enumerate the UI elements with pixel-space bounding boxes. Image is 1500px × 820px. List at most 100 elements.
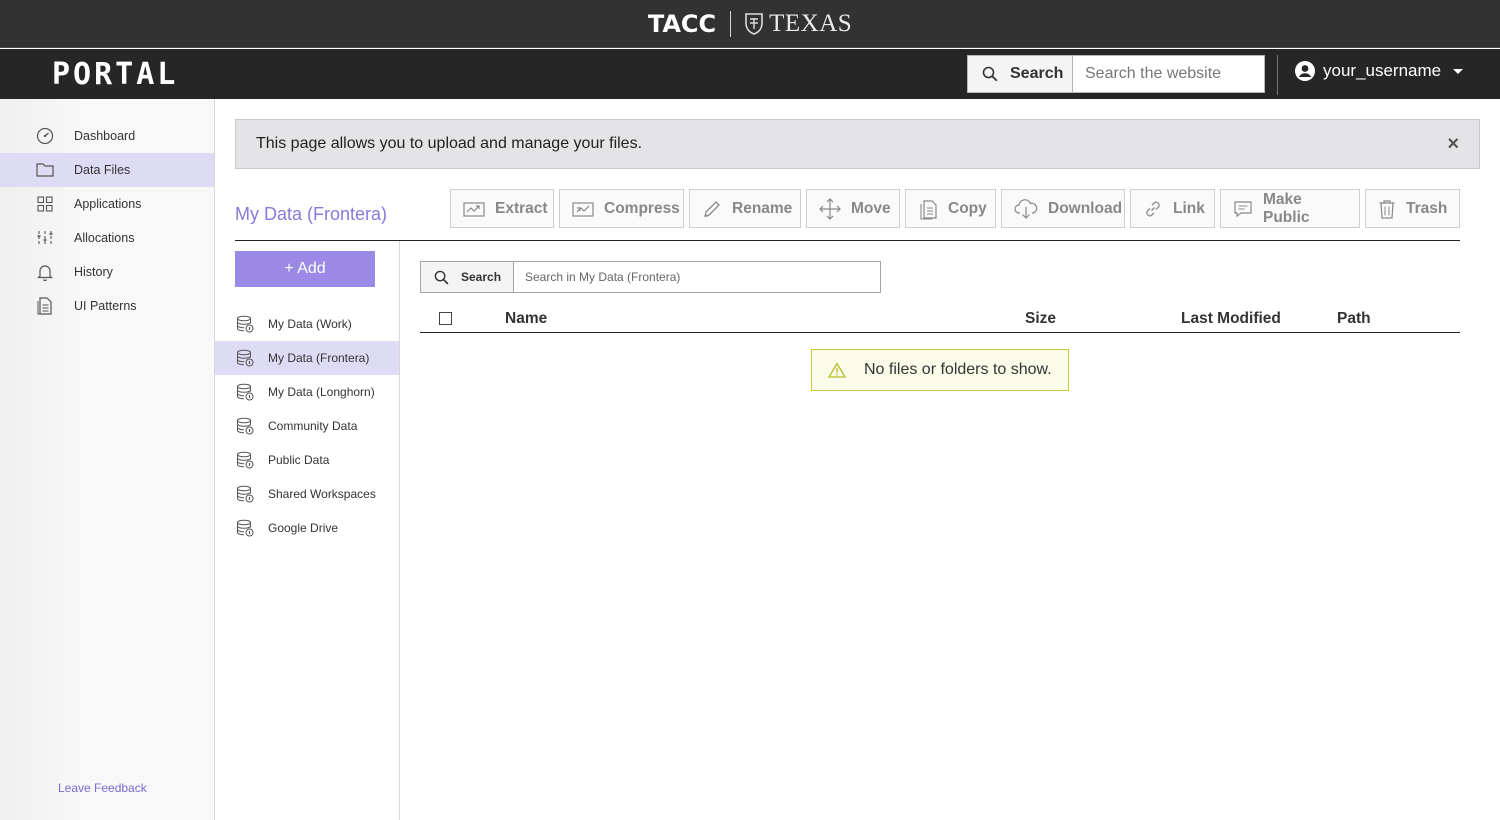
- sidebar-item-label: Data Files: [74, 163, 131, 177]
- sidebar-item-label: UI Patterns: [74, 299, 137, 313]
- brand-divider: [730, 10, 732, 37]
- select-all-checkbox[interactable]: [439, 312, 452, 325]
- notice-text: This page allows you to upload and manag…: [256, 135, 643, 152]
- move-icon: [819, 197, 841, 220]
- site-search-label: Search: [1010, 65, 1064, 82]
- make-public-label: Make Public: [1263, 190, 1310, 226]
- add-button[interactable]: + Add: [235, 251, 375, 287]
- file-search: Search: [420, 261, 881, 293]
- sidebar-item-applications[interactable]: Applications: [0, 187, 214, 221]
- compress-label: Compress: [604, 199, 680, 217]
- sidebar-item-dashboard[interactable]: Dashboard: [0, 119, 214, 153]
- texas-wordmark: TEXAS: [769, 9, 853, 37]
- empty-state-message: No files or folders to show.: [811, 349, 1069, 391]
- make-public-button[interactable]: Make Public: [1220, 189, 1360, 228]
- allocations-icon: [36, 229, 54, 247]
- search-icon: [434, 270, 449, 284]
- leave-feedback-link[interactable]: Leave Feedback: [58, 781, 147, 795]
- portal-logo[interactable]: PORTAL: [52, 57, 178, 92]
- file-search-input[interactable]: [514, 262, 880, 292]
- file-search-button[interactable]: Search: [421, 262, 514, 292]
- system-item-longhorn[interactable]: My Data (Longhorn): [215, 375, 399, 409]
- link-label: Link: [1173, 199, 1205, 217]
- database-icon: [237, 349, 254, 367]
- sidebar-item-allocations[interactable]: Allocations: [0, 221, 214, 255]
- system-item-shared-workspaces[interactable]: Shared Workspaces: [215, 477, 399, 511]
- close-icon[interactable]: ×: [1447, 133, 1459, 156]
- database-icon: [237, 519, 254, 537]
- applications-icon: [36, 195, 54, 213]
- sidebar-item-history[interactable]: History: [0, 255, 214, 289]
- site-search-input[interactable]: [1073, 56, 1264, 92]
- shield-icon: [745, 12, 763, 35]
- system-label: Community Data: [268, 419, 358, 433]
- database-icon: [237, 451, 254, 469]
- system-item-public-data[interactable]: Public Data: [215, 443, 399, 477]
- brand-bar: TACC TEXAS: [0, 0, 1500, 48]
- rename-label: Rename: [732, 199, 793, 217]
- chevron-down-icon: [1453, 68, 1464, 74]
- system-label: Shared Workspaces: [268, 487, 376, 501]
- username: your_username: [1323, 61, 1442, 80]
- bell-icon: [36, 263, 54, 281]
- system-item-frontera[interactable]: My Data (Frontera): [215, 341, 399, 375]
- column-header-name[interactable]: Name: [505, 310, 547, 328]
- download-label: Download: [1048, 199, 1123, 217]
- system-label: Google Drive: [268, 521, 339, 535]
- system-item-google-drive[interactable]: Google Drive: [215, 511, 399, 545]
- file-search-label: Search: [461, 270, 502, 284]
- system-item-community-data[interactable]: Community Data: [215, 409, 399, 443]
- system-label: My Data (Frontera): [268, 351, 370, 365]
- extract-button[interactable]: Extract: [450, 189, 554, 228]
- link-button[interactable]: Link: [1130, 189, 1215, 228]
- column-header-size[interactable]: Size: [1025, 310, 1056, 328]
- sidebar-item-label: Allocations: [74, 231, 135, 245]
- file-table-header: Name Size Last Modified Path: [420, 309, 1460, 333]
- copy-icon: [920, 199, 937, 220]
- trash-label: Trash: [1406, 199, 1448, 217]
- nav-divider: [1277, 55, 1278, 95]
- folder-icon: [36, 161, 54, 179]
- rename-button[interactable]: Rename: [689, 189, 801, 228]
- dashboard-icon: [36, 127, 54, 145]
- user-avatar-icon: [1295, 61, 1315, 81]
- move-button[interactable]: Move: [806, 189, 900, 228]
- page-title: My Data (Frontera): [235, 204, 388, 224]
- database-icon: [237, 485, 254, 503]
- texas-logo: TEXAS: [745, 10, 852, 38]
- search-icon: [982, 66, 998, 82]
- sidebar-item-ui-patterns[interactable]: UI Patterns: [0, 289, 214, 323]
- extract-label: Extract: [495, 199, 548, 217]
- system-label: My Data (Longhorn): [268, 385, 375, 399]
- cloud-download-icon: [1014, 198, 1038, 219]
- trash-icon: [1379, 199, 1395, 219]
- sidebar-item-data-files[interactable]: Data Files: [0, 153, 214, 187]
- compress-icon: [572, 201, 594, 217]
- database-icon: [237, 417, 254, 435]
- sidebar-item-label: History: [74, 265, 113, 279]
- site-search: Search: [967, 55, 1265, 93]
- tacc-logo: TACC: [647, 9, 717, 38]
- sidebar-item-label: Applications: [74, 197, 142, 211]
- download-button[interactable]: Download: [1001, 189, 1125, 228]
- copy-button[interactable]: Copy: [905, 189, 996, 228]
- empty-state-text: No files or folders to show.: [864, 361, 1052, 378]
- compress-button[interactable]: Compress: [559, 189, 684, 228]
- sidebar-item-label: Dashboard: [74, 129, 136, 143]
- make-public-icon: [1234, 200, 1252, 217]
- system-item-work[interactable]: My Data (Work): [215, 307, 399, 341]
- pencil-icon: [704, 200, 720, 217]
- column-header-path[interactable]: Path: [1337, 310, 1371, 328]
- trash-button[interactable]: Trash: [1365, 189, 1460, 228]
- database-icon: [237, 315, 254, 333]
- system-label: My Data (Work): [268, 317, 352, 331]
- site-search-button[interactable]: Search: [968, 56, 1073, 92]
- brand-logo[interactable]: TACC TEXAS: [648, 10, 852, 38]
- warning-icon: [828, 362, 846, 378]
- link-icon: [1146, 201, 1160, 216]
- user-menu[interactable]: your_username: [1295, 61, 1464, 81]
- info-notice: This page allows you to upload and manag…: [235, 119, 1480, 169]
- column-header-last-modified[interactable]: Last Modified: [1181, 310, 1281, 328]
- heading-divider: [235, 240, 1460, 241]
- database-icon: [237, 383, 254, 401]
